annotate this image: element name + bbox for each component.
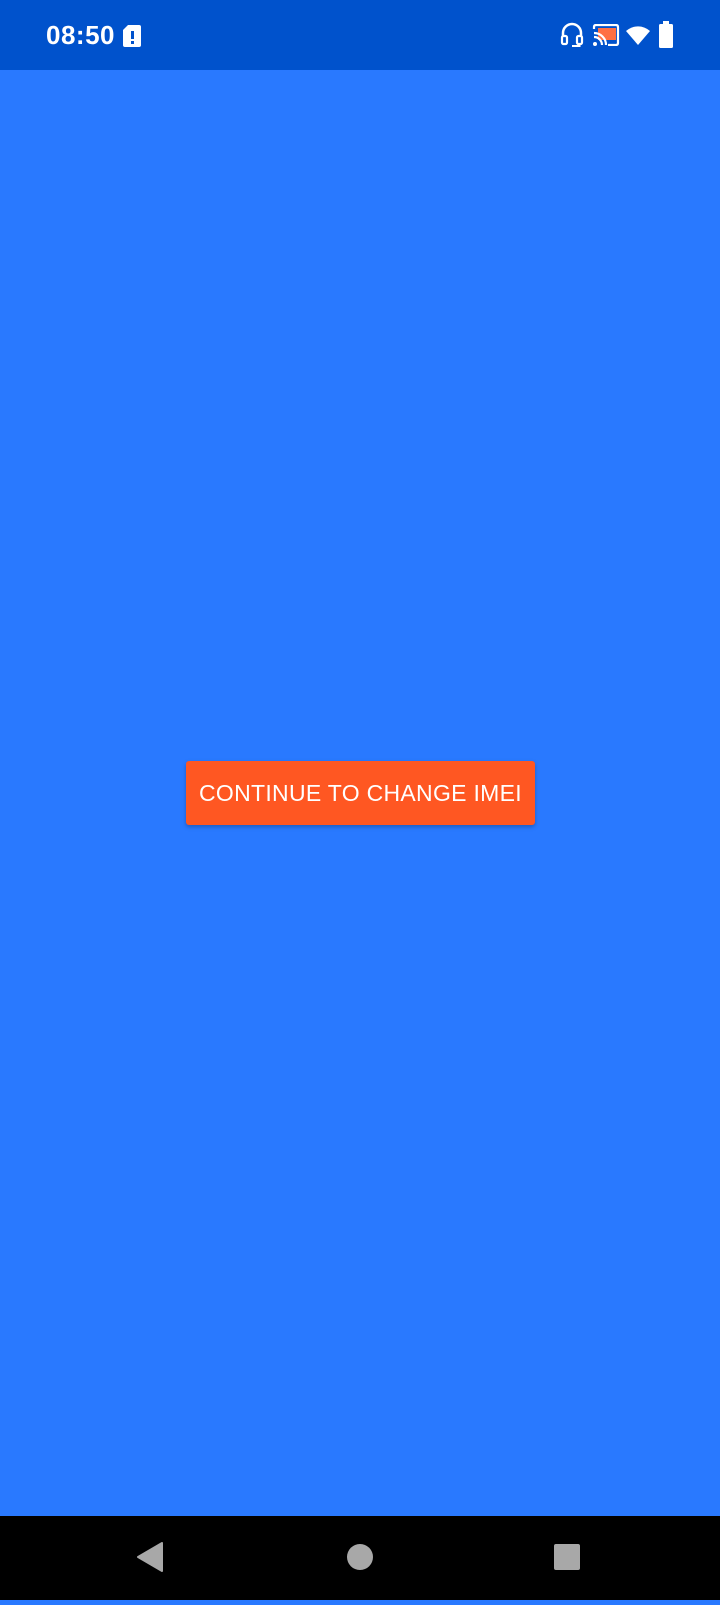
headset-icon — [560, 22, 584, 47]
home-button[interactable] — [300, 1516, 420, 1600]
cast-icon — [592, 24, 620, 46]
recents-button[interactable] — [507, 1516, 627, 1600]
sim-alert-icon — [123, 25, 141, 47]
back-icon — [137, 1542, 163, 1572]
back-button[interactable] — [90, 1516, 210, 1600]
navigation-bar — [0, 1516, 720, 1600]
wifi-icon — [626, 26, 650, 45]
home-icon — [347, 1544, 373, 1570]
status-bar: 08:50 — [0, 0, 720, 70]
continue-to-change-imei-button[interactable]: CONTINUE TO CHANGE IMEI — [186, 761, 535, 825]
status-time: 08:50 — [46, 20, 115, 50]
recents-icon — [554, 1544, 580, 1570]
battery-icon — [659, 21, 673, 48]
main-content: CONTINUE TO CHANGE IMEI — [0, 70, 720, 1516]
